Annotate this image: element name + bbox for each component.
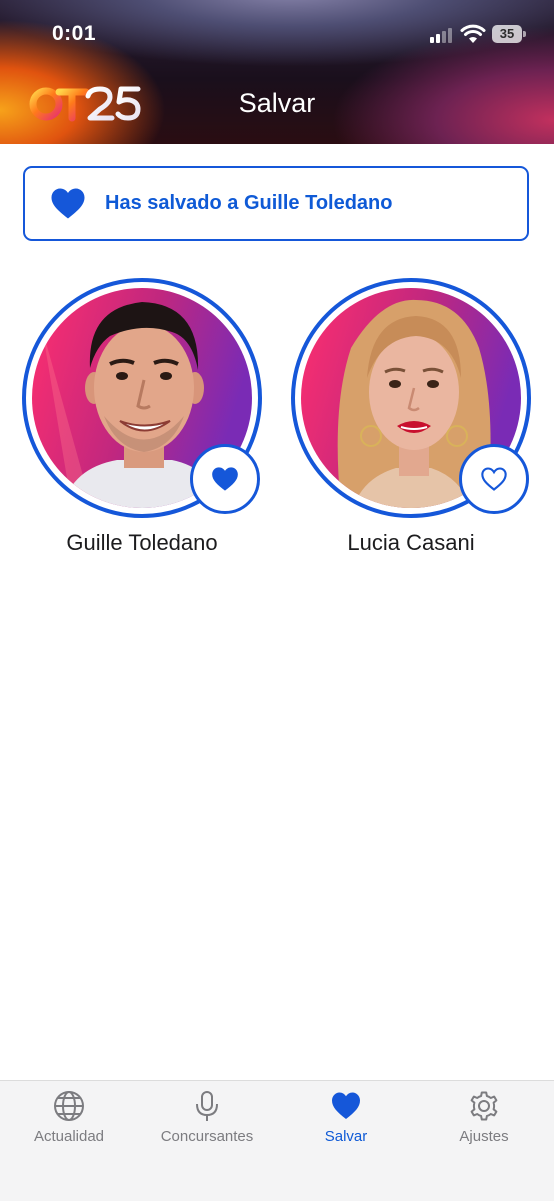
heart-filled-icon [51,188,85,219]
tab-salvar[interactable]: Salvar [277,1081,415,1161]
app-header: 0:01 35 Salvar [0,0,554,144]
page-title: Salvar [238,88,316,118]
heart-outline-icon [481,467,507,491]
battery-indicator: 35 [492,25,526,43]
cellular-signal-icon [430,28,452,43]
status-bar: 0:01 35 [0,0,554,70]
tab-label: Actualidad [33,1128,105,1145]
bottom-tab-bar: Actualidad Concursantes Salvar Ajustes [0,1080,554,1201]
heart-filled-icon [212,467,238,491]
save-vote-button[interactable] [190,444,260,514]
status-time: 0:01 [52,22,97,45]
saved-confirmation-banner: Has salvado a Guille Toledano [23,166,529,241]
tab-ajustes[interactable]: Ajustes [415,1081,553,1161]
tab-label: Concursantes [160,1128,254,1145]
tab-label: Salvar [324,1128,368,1145]
heart-icon [332,1092,360,1119]
tab-label: Ajustes [459,1128,509,1145]
contestant-name: Guille Toledano [66,530,218,555]
banner-message: Has salvado a Guille Toledano [105,192,393,214]
tab-actualidad[interactable]: Actualidad [0,1081,138,1161]
microphone-icon [196,1091,218,1121]
globe-icon [54,1091,84,1121]
wifi-icon [460,24,486,43]
contestant-name: Lucia Casani [347,530,475,555]
gear-icon [470,1091,498,1121]
tab-concursantes[interactable]: Concursantes [138,1081,276,1161]
save-vote-button[interactable] [459,444,529,514]
